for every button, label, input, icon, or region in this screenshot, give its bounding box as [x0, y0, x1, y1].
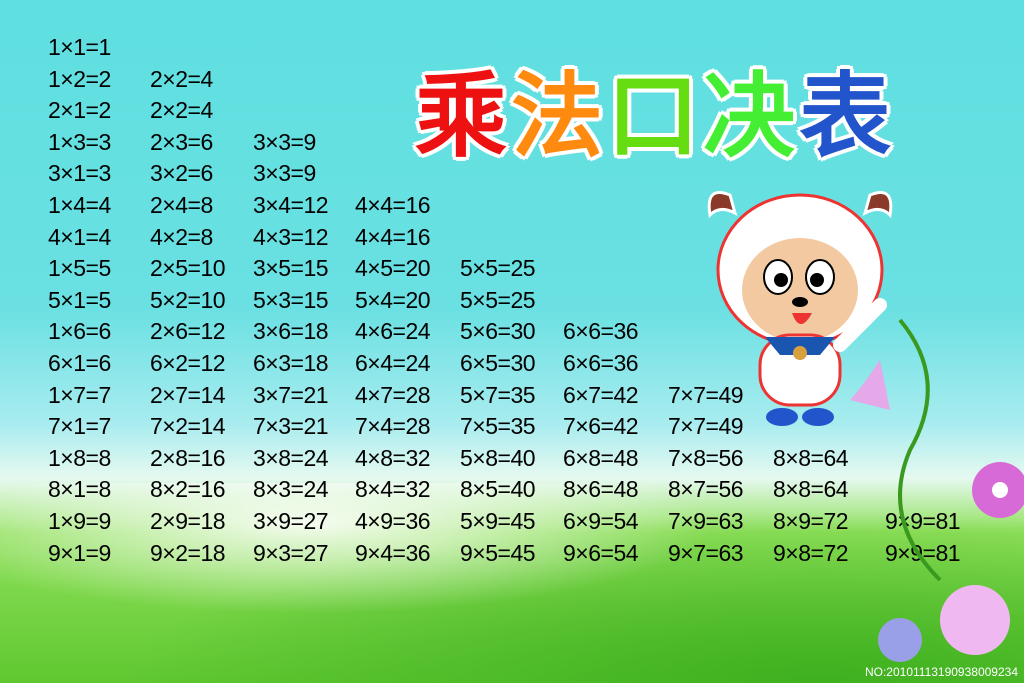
equation: 3×5=15 — [253, 255, 329, 282]
title-character: 法 — [511, 63, 604, 170]
equation: 4×7=28 — [355, 381, 431, 408]
equation: 6×1=6 — [48, 350, 111, 376]
equation: 7×3=21 — [253, 413, 329, 440]
equation: 1×3=3 — [48, 128, 111, 155]
equation: 5×9=45 — [460, 508, 536, 534]
equation: 3×2=6 — [150, 160, 213, 187]
equation: 7×6=42 — [563, 413, 639, 440]
equation: 2×9=18 — [150, 508, 226, 534]
equation: 7×9=63 — [668, 508, 744, 534]
equation: 3×7=21 — [253, 381, 329, 408]
equation: 6×4=24 — [355, 350, 431, 376]
equation: 5×1=5 — [48, 286, 111, 313]
equation: 1×8=8 — [48, 444, 111, 471]
equation: 2×6=12 — [150, 318, 226, 345]
equation: 7×1=7 — [48, 413, 111, 440]
equation: 8×4=32 — [355, 476, 431, 503]
equation: 7×2=14 — [150, 413, 226, 440]
equation: 9×7=63 — [668, 539, 744, 566]
equation: 6×2=12 — [150, 350, 226, 376]
equation: 8×7=56 — [668, 476, 744, 503]
equation: 8×8=64 — [773, 444, 849, 471]
equation: 1×9=9 — [48, 508, 111, 534]
equation: 2×3=6 — [150, 128, 213, 155]
equation: 3×6=18 — [253, 318, 329, 345]
equation: 4×9=36 — [355, 508, 431, 534]
equation: 8×1=8 — [48, 476, 111, 503]
equation: 3×8=24 — [253, 444, 329, 471]
equation: 3×3=9 — [253, 128, 316, 155]
equation: 2×5=10 — [150, 255, 226, 282]
equation: 2×4=8 — [150, 192, 213, 218]
equation: 4×4=16 — [355, 192, 431, 218]
equation: 4×6=24 — [355, 318, 431, 345]
equation: 6×6=36 — [563, 350, 639, 376]
equation: 1×4=4 — [48, 192, 111, 218]
title-character: 表 — [799, 63, 892, 170]
equation: 1×7=7 — [48, 381, 111, 408]
equation: 1×6=6 — [48, 318, 111, 345]
serial-number: NO:20101113190938009234 — [864, 665, 1018, 679]
equation: 4×4=16 — [355, 223, 431, 250]
equation: 6×9=54 — [563, 508, 639, 534]
equation: 6×6=36 — [563, 318, 639, 345]
equation: 4×5=20 — [355, 255, 431, 282]
equation: 5×8=40 — [460, 444, 536, 471]
equation: 7×8=56 — [668, 444, 744, 471]
equation: 3×9=27 — [253, 508, 329, 534]
equation: 3×4=12 — [253, 192, 329, 218]
equation: 5×6=30 — [460, 318, 536, 345]
equation: 5×3=15 — [253, 286, 329, 313]
equation: 2×2=4 — [150, 97, 213, 124]
equation: 2×7=14 — [150, 381, 226, 408]
equation: 8×8=64 — [773, 476, 849, 503]
equation: 5×5=25 — [460, 255, 536, 282]
equation: 9×2=18 — [150, 539, 226, 566]
equation: 8×9=72 — [773, 508, 849, 534]
equation: 9×5=45 — [460, 539, 536, 566]
equation: 9×3=27 — [253, 539, 329, 566]
equation: 3×3=9 — [253, 160, 316, 187]
equation: 6×7=42 — [563, 381, 639, 408]
equation: 5×7=35 — [460, 381, 536, 408]
equation: 2×8=16 — [150, 444, 226, 471]
equation: 7×4=28 — [355, 413, 431, 440]
equation: 8×6=48 — [563, 476, 639, 503]
equation: 9×1=9 — [48, 539, 111, 566]
equation: 9×6=54 — [563, 539, 639, 566]
equation: 1×1=1 — [48, 34, 111, 60]
equation: 4×1=4 — [48, 223, 111, 250]
title-character: 乘 — [415, 63, 508, 170]
equation: 8×3=24 — [253, 476, 329, 503]
title-character: 决 — [703, 63, 796, 170]
equation: 2×1=2 — [48, 97, 111, 124]
equation: 2×2=4 — [150, 65, 213, 92]
equation: 6×3=18 — [253, 350, 329, 376]
equation: 5×4=20 — [355, 286, 431, 313]
equation: 4×3=12 — [253, 223, 329, 250]
equation: 7×5=35 — [460, 413, 536, 440]
title-character: 口 — [607, 63, 700, 170]
equation: 6×8=48 — [563, 444, 639, 471]
poster-title: 乘法口决表 — [415, 62, 891, 172]
equation: 5×2=10 — [150, 286, 226, 313]
equation: 8×5=40 — [460, 476, 536, 503]
equation: 4×8=32 — [355, 444, 431, 471]
equation: 3×1=3 — [48, 160, 111, 187]
equation: 9×8=72 — [773, 539, 849, 566]
morning-glory-vines-illustration — [850, 318, 1024, 662]
equation: 5×5=25 — [460, 286, 536, 313]
equation: 9×4=36 — [355, 539, 431, 566]
equation: 1×5=5 — [48, 255, 111, 282]
equation: 6×5=30 — [460, 350, 536, 376]
equation: 4×2=8 — [150, 223, 213, 250]
equation: 8×2=16 — [150, 476, 226, 503]
equation: 1×2=2 — [48, 65, 111, 92]
